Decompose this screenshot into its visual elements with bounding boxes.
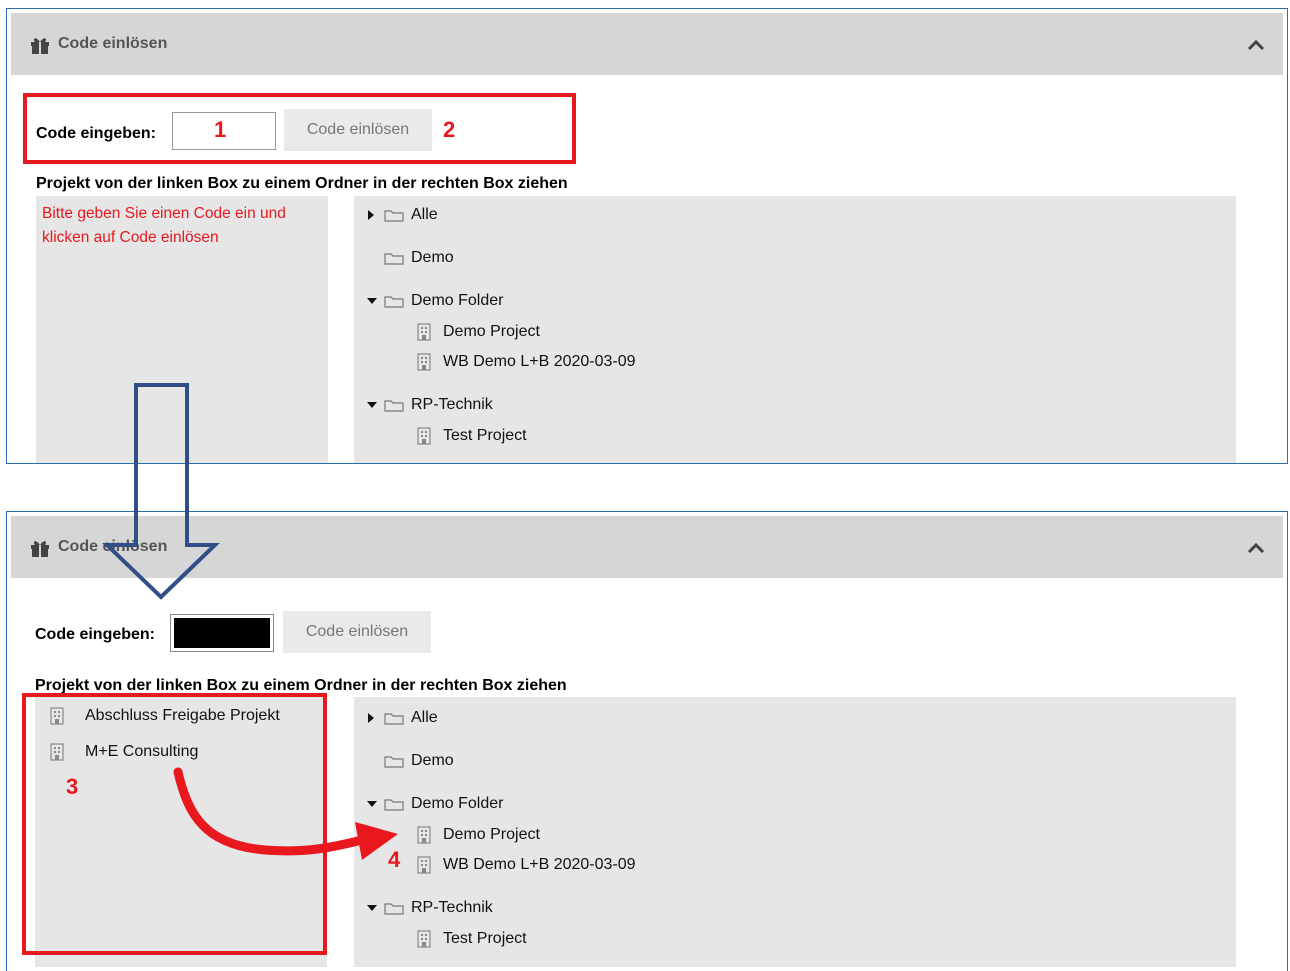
panel-title: Code einlösen — [58, 538, 168, 555]
gift-icon — [31, 541, 49, 557]
building-icon — [417, 323, 431, 341]
folder-icon — [384, 400, 404, 412]
chevron-up-icon[interactable] — [1247, 39, 1265, 51]
folder-icon — [384, 799, 404, 811]
folder-icon — [384, 713, 404, 725]
panel-header[interactable]: Code einlösen — [11, 13, 1283, 75]
tree-item-test-project[interactable]: Test Project — [416, 930, 527, 948]
panel-title: Code einlösen — [58, 35, 168, 52]
code-input[interactable] — [170, 614, 274, 652]
building-icon — [417, 930, 431, 948]
redeem-button[interactable]: Code einlösen — [283, 611, 431, 653]
tree-item-demo[interactable]: Demo — [384, 249, 454, 267]
folder-icon — [384, 296, 404, 308]
tree-item-wb-demo[interactable]: WB Demo L+B 2020-03-09 — [416, 856, 636, 874]
caret-right-icon[interactable] — [366, 209, 376, 221]
hint-text: Bitte geben Sie einen Code ein und klick… — [42, 205, 286, 246]
panel-header[interactable]: Code einlösen — [11, 516, 1283, 578]
folder-tree-box[interactable]: Alle Demo Demo Folder Demo Project WB De… — [354, 196, 1236, 463]
tree-item-alle[interactable]: Alle — [366, 206, 438, 224]
tree-item-demo[interactable]: Demo — [384, 752, 454, 770]
building-icon — [417, 856, 431, 874]
building-icon — [417, 353, 431, 371]
annotation-number-3: 3 — [66, 774, 79, 799]
chevron-up-icon[interactable] — [1247, 542, 1265, 554]
folder-icon — [384, 210, 404, 222]
code-label: Code eingeben: — [35, 626, 156, 643]
folder-icon — [384, 756, 404, 768]
tree-item-rp-technik[interactable]: RP-Technik — [366, 396, 493, 414]
tree-item-demo-project[interactable]: Demo Project — [416, 826, 540, 844]
tree-item-demo-folder[interactable]: Demo Folder — [366, 795, 503, 813]
annotation-number-4: 4 — [388, 847, 401, 872]
drag-instruction: Projekt von der linken Box zu einem Ordn… — [36, 175, 568, 192]
caret-right-icon[interactable] — [366, 712, 376, 724]
annotation-number-1: 1 — [214, 117, 227, 142]
folder-icon — [384, 253, 404, 265]
folder-icon — [384, 903, 404, 915]
new-projects-highlight — [22, 693, 327, 955]
code-entry-highlight — [23, 93, 576, 164]
annotation-number-2: 2 — [443, 117, 456, 142]
code-panel-before: Code einlösen Code eingeben: Code einlös… — [6, 8, 1288, 464]
tree-item-wb-demo[interactable]: WB Demo L+B 2020-03-09 — [416, 353, 636, 371]
building-icon — [417, 427, 431, 445]
unassigned-projects-box[interactable]: Bitte geben Sie einen Code ein und klick… — [36, 196, 328, 463]
tree-item-alle[interactable]: Alle — [366, 709, 438, 727]
folder-tree-box[interactable]: Alle Demo Demo Folder Demo Project WB De… — [354, 697, 1236, 967]
building-icon — [417, 826, 431, 844]
caret-down-icon[interactable] — [366, 799, 378, 809]
tree-item-demo-folder[interactable]: Demo Folder — [366, 292, 503, 310]
caret-down-icon[interactable] — [366, 296, 378, 306]
tree-item-rp-technik[interactable]: RP-Technik — [366, 899, 493, 917]
caret-down-icon[interactable] — [366, 903, 378, 913]
tree-item-test-project[interactable]: Test Project — [416, 427, 527, 445]
tree-item-demo-project[interactable]: Demo Project — [416, 323, 540, 341]
gift-icon — [31, 38, 49, 54]
caret-down-icon[interactable] — [366, 400, 378, 410]
